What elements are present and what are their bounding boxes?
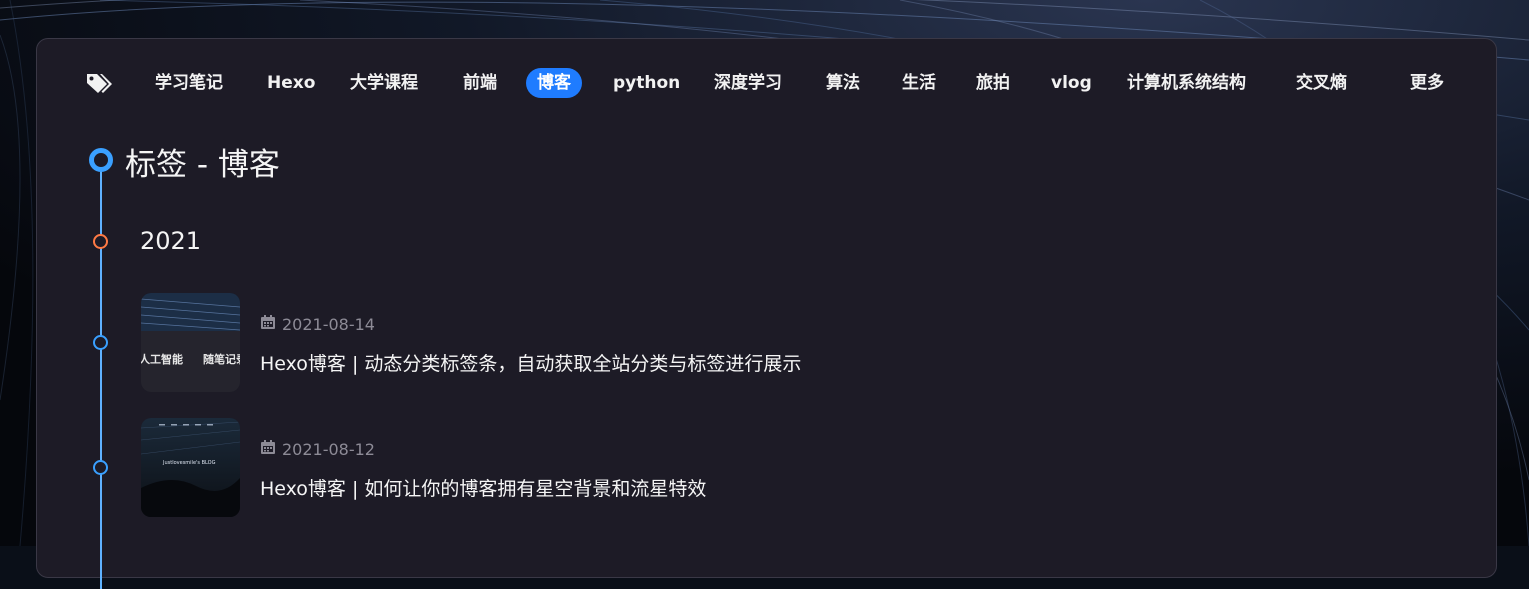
post-thumbnail[interactable]: 人工智能 随笔记录 — [141, 293, 240, 392]
tag-suanfa[interactable]: 算法 — [826, 68, 860, 98]
post-date-text: 2021-08-12 — [282, 439, 375, 459]
timeline-line — [100, 169, 102, 589]
tag-vlog[interactable]: vlog — [1051, 68, 1092, 98]
thumb-label-left: 人工智能 — [141, 353, 183, 366]
tag-boke[interactable]: 博客 — [526, 68, 582, 98]
tag-qianduan[interactable]: 前端 — [463, 68, 497, 98]
tag-lvpai[interactable]: 旅拍 — [976, 68, 1010, 98]
tag-python[interactable]: python — [613, 68, 680, 98]
year-node-icon — [93, 234, 108, 249]
tag-bar: 学习笔记 Hexo 大学课程 前端 博客 python 深度学习 算法 生活 旅… — [37, 39, 1496, 129]
tag-jisuanji-xitong-jiegou[interactable]: 计算机系统结构 — [1127, 68, 1246, 98]
post-date-text: 2021-08-14 — [282, 314, 375, 334]
post-title-link[interactable]: Hexo博客 | 动态分类标签条，自动获取全站分类与标签进行展示 — [260, 349, 801, 376]
post-node-icon — [93, 335, 108, 350]
title-node-icon — [89, 148, 113, 172]
thumb-label-right: 随笔记录 — [203, 353, 240, 366]
year-heading: 2021 — [140, 227, 202, 255]
post-date: 2021-08-14 — [260, 314, 375, 334]
tag-hexo[interactable]: Hexo — [267, 68, 315, 98]
tag-jiaochashang[interactable]: 交叉熵 — [1296, 68, 1347, 98]
thumb-blog-name: Justlovesmile's BLOG — [163, 460, 216, 466]
tag-timeline-card: 学习笔记 Hexo 大学课程 前端 博客 python 深度学习 算法 生活 旅… — [36, 38, 1497, 589]
page-title: 标签 - 博客 — [125, 147, 280, 183]
calendar-icon — [260, 314, 276, 334]
more-tags-button[interactable]: 更多 — [1410, 68, 1444, 98]
tag-shenghuo[interactable]: 生活 — [902, 68, 936, 98]
post-node-icon — [93, 460, 108, 475]
calendar-icon — [260, 439, 276, 459]
post-title-link[interactable]: Hexo博客 | 如何让你的博客拥有星空背景和流星特效 — [260, 474, 706, 501]
tag-xuexibiji[interactable]: 学习笔记 — [155, 68, 223, 98]
post-thumbnail[interactable]: Justlovesmile's BLOG — [141, 418, 240, 517]
tag-shendu-xuexi[interactable]: 深度学习 — [714, 68, 782, 98]
post-date: 2021-08-12 — [260, 439, 375, 459]
tags-icon — [86, 72, 114, 94]
tag-daxuekecheng[interactable]: 大学课程 — [350, 68, 418, 98]
